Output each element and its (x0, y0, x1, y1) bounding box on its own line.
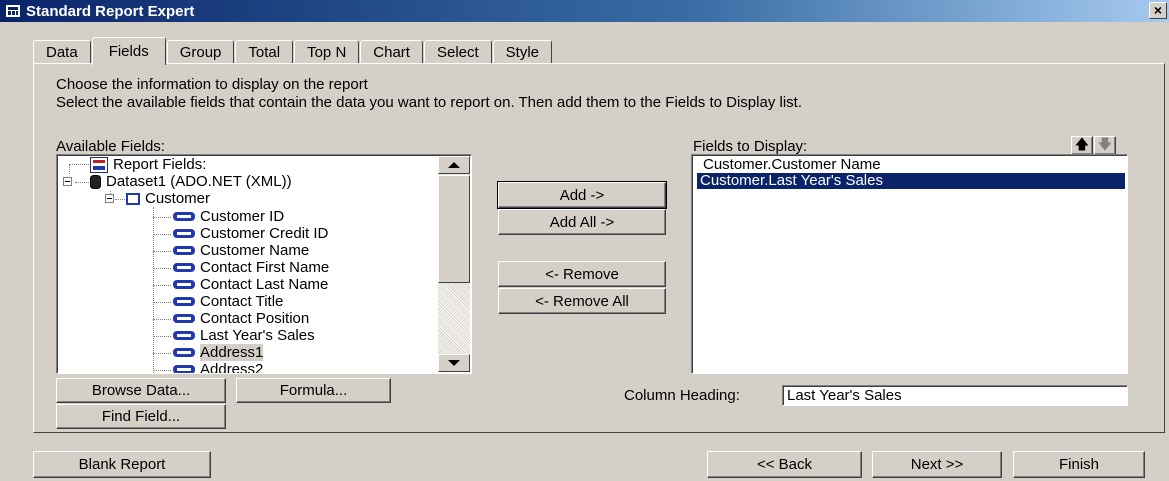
field-icon (173, 314, 195, 323)
tree-field[interactable]: Last Year's Sales (173, 327, 315, 344)
collapse-dataset-icon[interactable] (63, 177, 72, 186)
browse-data-button[interactable]: Browse Data... (56, 378, 226, 403)
tree-field[interactable]: Address2 (173, 361, 264, 374)
tree-field[interactable]: Contact Last Name (173, 276, 328, 293)
collapse-customer-icon[interactable] (105, 194, 114, 203)
tab-total[interactable]: Total (235, 40, 294, 64)
tab-group[interactable]: Group (166, 40, 235, 64)
app-icon (6, 5, 20, 17)
tab-data[interactable]: Data (33, 40, 91, 64)
field-icon (173, 246, 195, 255)
tree-scrollbar[interactable] (438, 156, 470, 372)
tree-report-fields-label: Report Fields: (113, 156, 207, 173)
tree-field[interactable]: Contact Title (173, 293, 283, 310)
field-icon (173, 331, 195, 340)
display-list-item[interactable]: Customer.Customer Name (700, 157, 884, 173)
add-button[interactable]: Add -> (497, 181, 667, 209)
tab-select[interactable]: Select (423, 40, 492, 64)
report-fields-icon (90, 156, 108, 173)
arrow-down-icon (448, 360, 460, 366)
remove-button[interactable]: <- Remove (498, 261, 666, 287)
tree-dataset-label: Dataset1 (ADO.NET (XML)) (106, 173, 292, 190)
remove-all-button[interactable]: <- Remove All (498, 288, 666, 314)
formula-button[interactable]: Formula... (236, 378, 391, 403)
table-icon (126, 192, 140, 205)
move-up-button[interactable]: 🡅 (1071, 136, 1093, 155)
available-fields-label: Available Fields: (56, 138, 165, 155)
scroll-thumb[interactable] (438, 175, 470, 283)
blank-report-button[interactable]: Blank Report (33, 451, 211, 478)
field-icon (173, 365, 195, 373)
tree-field-label: Address1 (200, 344, 264, 361)
tree-field-label: Contact Last Name (200, 276, 329, 293)
scroll-down-button[interactable] (438, 354, 470, 372)
column-heading-label: Column Heading: (624, 387, 740, 404)
tab-fields[interactable]: Fields (91, 37, 166, 65)
tree-report-fields[interactable]: Report Fields: (90, 156, 206, 173)
window-title: Standard Report Expert (26, 2, 195, 20)
scroll-up-button[interactable] (438, 156, 470, 174)
arrow-up-icon (448, 162, 460, 168)
move-down-button[interactable]: 🡇 (1094, 136, 1116, 155)
find-field-button[interactable]: Find Field... (56, 404, 226, 429)
title-bar: Standard Report Expert × (0, 0, 1169, 22)
tree-field-label: Last Year's Sales (200, 327, 315, 344)
tab-top-n[interactable]: Top N (294, 40, 360, 64)
database-icon (90, 174, 101, 189)
tree-field[interactable]: Customer ID (173, 208, 284, 225)
tree-field[interactable]: Customer Credit ID (173, 225, 328, 242)
field-icon (173, 297, 195, 306)
finish-button[interactable]: Finish (1013, 451, 1145, 478)
tree-field[interactable]: Contact First Name (173, 259, 329, 276)
tree-field-label: Customer Name (200, 242, 310, 259)
instruction-line-2: Select the available fields that contain… (56, 94, 802, 111)
tree-field-label: Contact Title (200, 293, 284, 310)
field-icon (173, 263, 195, 272)
available-fields-tree[interactable]: Report Fields: Dataset1 (ADO.NET (XML)) … (56, 154, 472, 374)
tree-field[interactable]: Customer Name (173, 242, 309, 259)
tree-field-label: Contact First Name (200, 259, 330, 276)
fields-to-display-list[interactable]: Customer.Customer Name Customer.Last Yea… (691, 154, 1128, 374)
fields-to-display-label: Fields to Display: (693, 138, 808, 155)
tree-field-selected[interactable]: Address1 (173, 344, 264, 361)
tree-field-label: Contact Position (200, 310, 310, 327)
field-icon (173, 280, 195, 289)
tree-table-customer[interactable]: Customer (126, 190, 210, 207)
column-heading-input[interactable] (782, 385, 1128, 406)
tree-dataset[interactable]: Dataset1 (ADO.NET (XML)) (90, 173, 292, 190)
field-icon (173, 229, 195, 238)
instruction-line-1: Choose the information to display on the… (56, 76, 368, 93)
close-button[interactable]: × (1149, 2, 1167, 19)
tree-table-label: Customer (145, 190, 211, 207)
tab-strip: Data Fields Group Total Top N Chart Sele… (33, 37, 553, 65)
tab-chart[interactable]: Chart (360, 40, 423, 64)
tree-field-label: Customer Credit ID (200, 225, 329, 242)
add-all-button[interactable]: Add All -> (498, 209, 666, 235)
display-list-item-selected[interactable]: Customer.Last Year's Sales (697, 173, 1125, 189)
tree-field-label: Address2 (200, 361, 264, 374)
back-button[interactable]: << Back (707, 451, 862, 478)
field-icon (173, 348, 195, 357)
tree-field-label: Customer ID (200, 208, 285, 225)
next-button[interactable]: Next >> (872, 451, 1002, 478)
field-icon (173, 212, 195, 221)
tab-style[interactable]: Style (492, 40, 553, 64)
tree-field[interactable]: Contact Position (173, 310, 309, 327)
